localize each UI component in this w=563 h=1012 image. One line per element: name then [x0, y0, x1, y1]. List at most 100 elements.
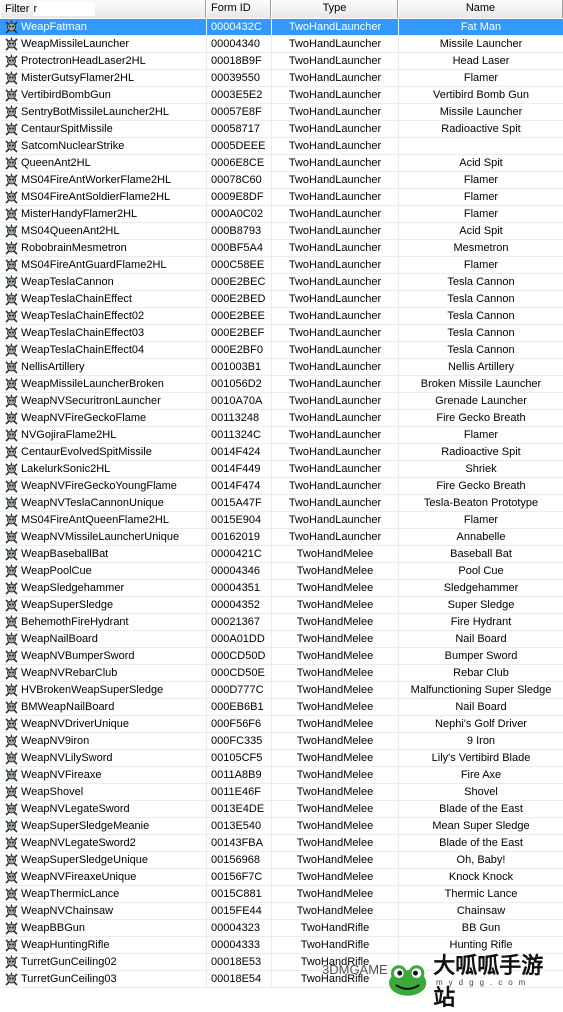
table-row[interactable]: WeapSledgehammer 00004351 TwoHandMelee Sled… [0, 580, 563, 597]
table-row[interactable]: WeapNVSecuritronLauncher 0010A70A TwoHandL… [0, 393, 563, 410]
table-row[interactable]: WeapNailBoard 000A01DD TwoHandMelee Nail Bo… [0, 631, 563, 648]
editor-id: WeapNVFireaxeUnique [21, 870, 137, 883]
weapon-type: TwoHandLauncher [271, 325, 398, 341]
table-row[interactable]: BMWeapNailBoard 000EB6B1 TwoHandMelee Nail … [0, 699, 563, 716]
weapon-name [398, 954, 563, 970]
weapon-type: TwoHandLauncher [271, 410, 398, 426]
editor-id-cell: MS04FireAntGuardFlame2HL [0, 257, 206, 273]
table-row[interactable]: MS04FireAntSoldierFlame2HL 0009E8DF TwoHan… [0, 189, 563, 206]
table-row[interactable]: WeapTeslaCannon 000E2BEC TwoHandLauncher Te… [0, 274, 563, 291]
table-row[interactable]: NVGojiraFlame2HL 0011324C TwoHandLauncher F… [0, 427, 563, 444]
editor-id-cell: WeapTeslaChainEffect [0, 291, 206, 307]
table-row[interactable]: TurretGunCeiling03 00018E54 TwoHandRifle [0, 971, 563, 988]
table-row[interactable]: WeapNVLegateSword 0013E4DE TwoHandMelee Bla… [0, 801, 563, 818]
weapon-name: Flamer [398, 257, 563, 273]
editor-id: BehemothFireHydrant [21, 615, 129, 628]
table-row[interactable]: TurretGunCeiling02 00018E53 TwoHandRifle [0, 954, 563, 971]
column-header-type[interactable]: Type [271, 0, 398, 18]
table-row[interactable]: WeapMissileLauncherBroken 001056D2 TwoHand… [0, 376, 563, 393]
table-row[interactable]: WeapNVMissileLauncherUnique 00162019 TwoHa… [0, 529, 563, 546]
editor-id: WeapNVLegateSword [21, 802, 130, 815]
weapon-type: TwoHandLauncher [271, 206, 398, 222]
table-row[interactable]: HVBrokenWeapSuperSledge 000D777C TwoHandMe… [0, 682, 563, 699]
weapon-type: TwoHandMelee [271, 852, 398, 868]
weapon-name: Mesmetron [398, 240, 563, 256]
editor-id-cell: WeapTeslaCannon [0, 274, 206, 290]
weapon-name: Radioactive Spit [398, 121, 563, 137]
form-id: 000FC335 [206, 733, 271, 749]
column-header-name[interactable]: Name [398, 0, 563, 18]
weapon-skull-icon [4, 802, 19, 817]
table-row[interactable]: MS04FireAntWorkerFlame2HL 00078C60 TwoHand… [0, 172, 563, 189]
editor-id: WeapHuntingRifle [21, 938, 110, 951]
editor-id-cell: BMWeapNailBoard [0, 699, 206, 715]
weapon-type: TwoHandRifle [271, 920, 398, 936]
table-row[interactable]: WeapNVFireGeckoFlame 00113248 TwoHandLaunc… [0, 410, 563, 427]
table-row[interactable]: WeapSuperSledge 00004352 TwoHandMelee Super… [0, 597, 563, 614]
table-row[interactable]: WeapShovel 0011E46F TwoHandMelee Shovel [0, 784, 563, 801]
weapon-skull-icon [4, 717, 19, 732]
weapon-name: Tesla Cannon [398, 342, 563, 358]
table-row[interactable]: MS04FireAntGuardFlame2HL 000C58EE TwoHandL… [0, 257, 563, 274]
form-id: 0009E8DF [206, 189, 271, 205]
form-id: 00057E8F [206, 104, 271, 120]
filter-input[interactable] [33, 2, 96, 16]
table-row[interactable]: MS04FireAntQueenFlame2HL 0015E904 TwoHandL… [0, 512, 563, 529]
form-id: 00162019 [206, 529, 271, 545]
table-row[interactable]: WeapBaseballBat 0000421C TwoHandMelee Baseb… [0, 546, 563, 563]
table-row[interactable]: MisterHandyFlamer2HL 000A0C02 TwoHandLaunc… [0, 206, 563, 223]
table-row[interactable]: WeapFatman 0000432C TwoHandLauncher Fat Man [0, 19, 563, 36]
table-row[interactable]: QueenAnt2HL 0006E8CE TwoHandLauncher Acid S… [0, 155, 563, 172]
weapon-skull-icon [4, 224, 19, 239]
table-row[interactable]: WeapSuperSledgeMeanie 0013E540 TwoHandMele… [0, 818, 563, 835]
weapon-skull-icon [4, 972, 19, 987]
table-row[interactable]: SatcomNuclearStrike 0005DEEE TwoHandLaunch… [0, 138, 563, 155]
weapon-type: TwoHandLauncher [271, 19, 398, 35]
table-row[interactable]: WeapTeslaChainEffect04 000E2BF0 TwoHandLau… [0, 342, 563, 359]
table-row[interactable]: SentryBotMissileLauncher2HL 00057E8F TwoHa… [0, 104, 563, 121]
editor-id: MisterGutsyFlamer2HL [21, 71, 135, 84]
table-row[interactable]: WeapNVChainsaw 0015FE44 TwoHandMelee Chains… [0, 903, 563, 920]
weapon-skull-icon [4, 904, 19, 919]
table-row[interactable]: NellisArtillery 001003B1 TwoHandLauncher Ne… [0, 359, 563, 376]
table-row[interactable]: VertibirdBombGun 0003E5E2 TwoHandLauncher V… [0, 87, 563, 104]
table-row[interactable]: WeapNV9iron 000FC335 TwoHandMelee 9 Iron [0, 733, 563, 750]
table-row[interactable]: WeapNVLilySword 00105CF5 TwoHandMelee Lily'… [0, 750, 563, 767]
column-header-form-id[interactable]: Form ID [206, 0, 271, 18]
table-row[interactable]: WeapTeslaChainEffect 000E2BED TwoHandLaunc… [0, 291, 563, 308]
table-row[interactable]: MS04QueenAnt2HL 000B8793 TwoHandLauncher Ac… [0, 223, 563, 240]
table-row[interactable]: BehemothFireHydrant 00021367 TwoHandMelee F… [0, 614, 563, 631]
editor-id-cell: WeapNVBumperSword [0, 648, 206, 664]
table-row[interactable]: ProtectronHeadLaser2HL 00018B9F TwoHandLau… [0, 53, 563, 70]
table-row[interactable]: WeapHuntingRifle 00004333 TwoHandRifle Hunt… [0, 937, 563, 954]
table-row[interactable]: WeapTeslaChainEffect03 000E2BEF TwoHandLau… [0, 325, 563, 342]
weapon-skull-icon [4, 343, 19, 358]
form-id: 00004351 [206, 580, 271, 596]
table-row[interactable]: WeapTeslaChainEffect02 000E2BEE TwoHandLau… [0, 308, 563, 325]
weapon-name: BB Gun [398, 920, 563, 936]
form-id: 000B8793 [206, 223, 271, 239]
weapon-type: TwoHandLauncher [271, 87, 398, 103]
table-row[interactable]: MisterGutsyFlamer2HL 00039550 TwoHandLaunc… [0, 70, 563, 87]
table-row[interactable]: WeapNVBumperSword 000CD50D TwoHandMelee Bum… [0, 648, 563, 665]
table-row[interactable]: WeapNVRebarClub 000CD50E TwoHandMelee Rebar… [0, 665, 563, 682]
table-row[interactable]: RobobrainMesmetron 000BF5A4 TwoHandLaunche… [0, 240, 563, 257]
weapon-type: TwoHandMelee [271, 784, 398, 800]
weapon-type: TwoHandMelee [271, 835, 398, 851]
table-row[interactable]: WeapNVFireaxe 0011A8B9 TwoHandMelee Fire Ax… [0, 767, 563, 784]
weapon-skull-icon [4, 241, 19, 256]
table-row[interactable]: WeapNVLegateSword2 00143FBA TwoHandMelee Bl… [0, 835, 563, 852]
table-row[interactable]: WeapNVFireaxeUnique 00156F7C TwoHandMelee K… [0, 869, 563, 886]
table-row[interactable]: WeapThermicLance 0015C881 TwoHandMelee Ther… [0, 886, 563, 903]
table-row[interactable]: WeapBBGun 00004323 TwoHandRifle BB Gun [0, 920, 563, 937]
table-row[interactable]: WeapPoolCue 00004346 TwoHandMelee Pool Cue [0, 563, 563, 580]
table-row[interactable]: WeapNVTeslaCannonUnique 0015A47F TwoHandLa… [0, 495, 563, 512]
table-row[interactable]: CentaurEvolvedSpitMissile 0014F424 TwoHand… [0, 444, 563, 461]
table-row[interactable]: CentaurSpitMissile 00058717 TwoHandLaunche… [0, 121, 563, 138]
table-row[interactable]: WeapMissileLauncher 00004340 TwoHandLaunch… [0, 36, 563, 53]
table-row[interactable]: WeapNVDriverUnique 000F56F6 TwoHandMelee Ne… [0, 716, 563, 733]
filter-column-header[interactable]: Filter [0, 0, 206, 18]
table-row[interactable]: WeapNVFireGeckoYoungFlame 0014F474 TwoHand… [0, 478, 563, 495]
table-row[interactable]: WeapSuperSledgeUnique 00156968 TwoHandMele… [0, 852, 563, 869]
table-row[interactable]: LakelurkSonic2HL 0014F449 TwoHandLauncher S… [0, 461, 563, 478]
